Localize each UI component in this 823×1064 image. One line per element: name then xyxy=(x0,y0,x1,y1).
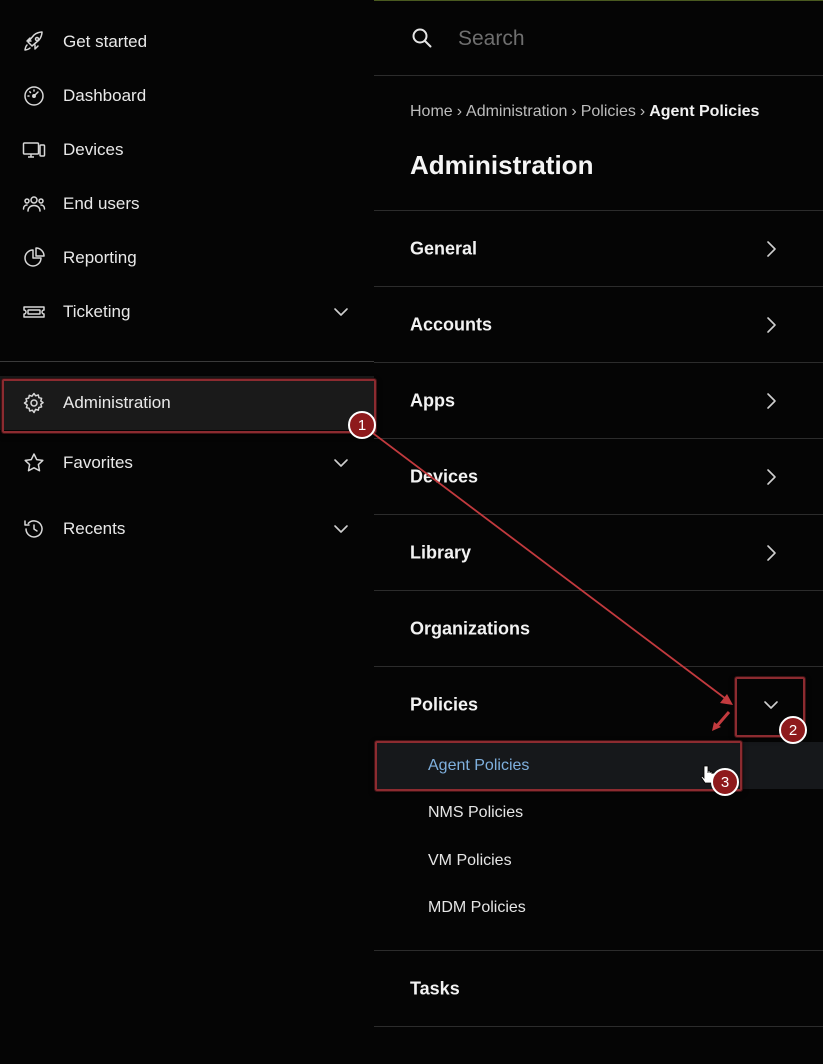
section-devices[interactable]: Devices xyxy=(374,438,823,515)
sidebar-item-label: Ticketing xyxy=(63,302,131,321)
sidebar-item-reporting[interactable]: Reporting xyxy=(0,231,374,285)
sidebar-item-end-users[interactable]: End users xyxy=(0,177,374,231)
submenu-item-nms-policies[interactable]: NMS Policies xyxy=(374,789,823,836)
chevron-down-icon[interactable] xyxy=(331,453,351,473)
breadcrumb-current: Agent Policies xyxy=(649,103,760,120)
sidebar-item-ticketing[interactable]: Ticketing xyxy=(0,285,374,339)
section-divider xyxy=(374,1026,823,1027)
section-accounts[interactable]: Accounts xyxy=(374,286,823,363)
breadcrumb-separator: › xyxy=(571,103,577,120)
ticket-icon xyxy=(23,306,45,318)
chevron-right-icon xyxy=(767,469,776,485)
sidebar-item-favorites[interactable]: Favorites xyxy=(0,436,374,490)
breadcrumb-separator: › xyxy=(456,103,463,120)
search-input[interactable] xyxy=(456,22,790,56)
gear-icon xyxy=(23,392,44,414)
users-icon xyxy=(22,196,46,212)
history-icon xyxy=(24,520,43,538)
breadcrumb-administration[interactable]: Administration xyxy=(466,103,567,120)
section-general[interactable]: General xyxy=(374,210,823,287)
search-bar xyxy=(374,0,823,76)
sidebar-item-get-started[interactable]: Get started xyxy=(0,15,374,69)
sidebar-item-dashboard[interactable]: Dashboard xyxy=(0,69,374,123)
sidebar-item-label: Reporting xyxy=(63,248,137,267)
submenu-item-mdm-policies[interactable]: MDM Policies xyxy=(374,884,823,931)
submenu-item-label: NMS Policies xyxy=(428,803,524,821)
pie-chart-icon xyxy=(24,247,45,267)
sidebar-item-recents[interactable]: Recents xyxy=(0,502,374,556)
section-label: General xyxy=(410,238,478,259)
section-tasks[interactable]: Tasks xyxy=(374,950,823,1027)
main-panel: Home›Administration›Policies›Agent Polic… xyxy=(374,0,823,1064)
submenu-item-vm-policies[interactable]: VM Policies xyxy=(374,837,823,884)
section-library[interactable]: Library xyxy=(374,514,823,591)
section-organizations[interactable]: Organizations xyxy=(374,590,823,667)
step-badge-2: 2 xyxy=(779,716,807,744)
sidebar-item-label: End users xyxy=(63,194,140,213)
section-apps[interactable]: Apps xyxy=(374,362,823,439)
breadcrumb-policies[interactable]: Policies xyxy=(581,103,636,120)
chevron-down-icon[interactable] xyxy=(331,302,351,322)
rocket-icon xyxy=(24,31,43,51)
sidebar: Get started Dashboard Devices End users … xyxy=(0,0,374,1064)
sidebar-item-label: Recents xyxy=(63,519,126,538)
breadcrumb-home[interactable]: Home xyxy=(410,103,453,120)
page-title: Administration xyxy=(410,150,594,180)
sidebar-item-label: Get started xyxy=(63,32,148,51)
submenu-item-label: MDM Policies xyxy=(428,898,526,916)
sidebar-item-devices[interactable]: Devices xyxy=(0,123,374,177)
star-icon xyxy=(24,453,44,472)
breadcrumb-separator: › xyxy=(639,103,646,120)
chevron-down-icon[interactable] xyxy=(331,519,351,539)
sidebar-divider xyxy=(0,361,374,362)
sidebar-item-label: Administration xyxy=(63,393,171,412)
section-label: Organizations xyxy=(410,618,531,639)
section-label: Library xyxy=(410,542,472,563)
section-label: Tasks xyxy=(410,978,460,999)
chevron-right-icon xyxy=(767,317,776,333)
sidebar-item-label: Dashboard xyxy=(63,86,147,105)
search-icon xyxy=(412,28,432,48)
breadcrumb: Home › Administration › Policies › Agent Polic… xyxy=(410,103,759,121)
section-label: Policies xyxy=(410,694,479,715)
submenu-item-agent-policies[interactable]: Agent Policies xyxy=(374,742,823,789)
sidebar-item-administration[interactable]: Administration xyxy=(0,376,374,430)
devices-icon xyxy=(22,142,46,158)
section-label: Apps xyxy=(410,390,455,411)
section-policies[interactable]: Policies xyxy=(374,666,823,743)
chevron-right-icon xyxy=(767,393,776,409)
chevron-right-icon xyxy=(767,545,776,561)
chevron-down-icon[interactable] xyxy=(761,695,781,715)
submenu-item-label: VM Policies xyxy=(428,851,512,869)
sidebar-item-label: Favorites xyxy=(63,453,133,472)
sidebar-item-label: Devices xyxy=(63,140,124,159)
section-label: Devices xyxy=(410,466,479,487)
step-badge-1: 1 xyxy=(348,411,376,439)
step-badge-3: 3 xyxy=(711,768,739,796)
chevron-right-icon xyxy=(767,241,776,257)
gauge-icon xyxy=(24,86,44,106)
section-label: Accounts xyxy=(410,314,493,335)
submenu-item-label: Agent Policies xyxy=(428,756,530,774)
